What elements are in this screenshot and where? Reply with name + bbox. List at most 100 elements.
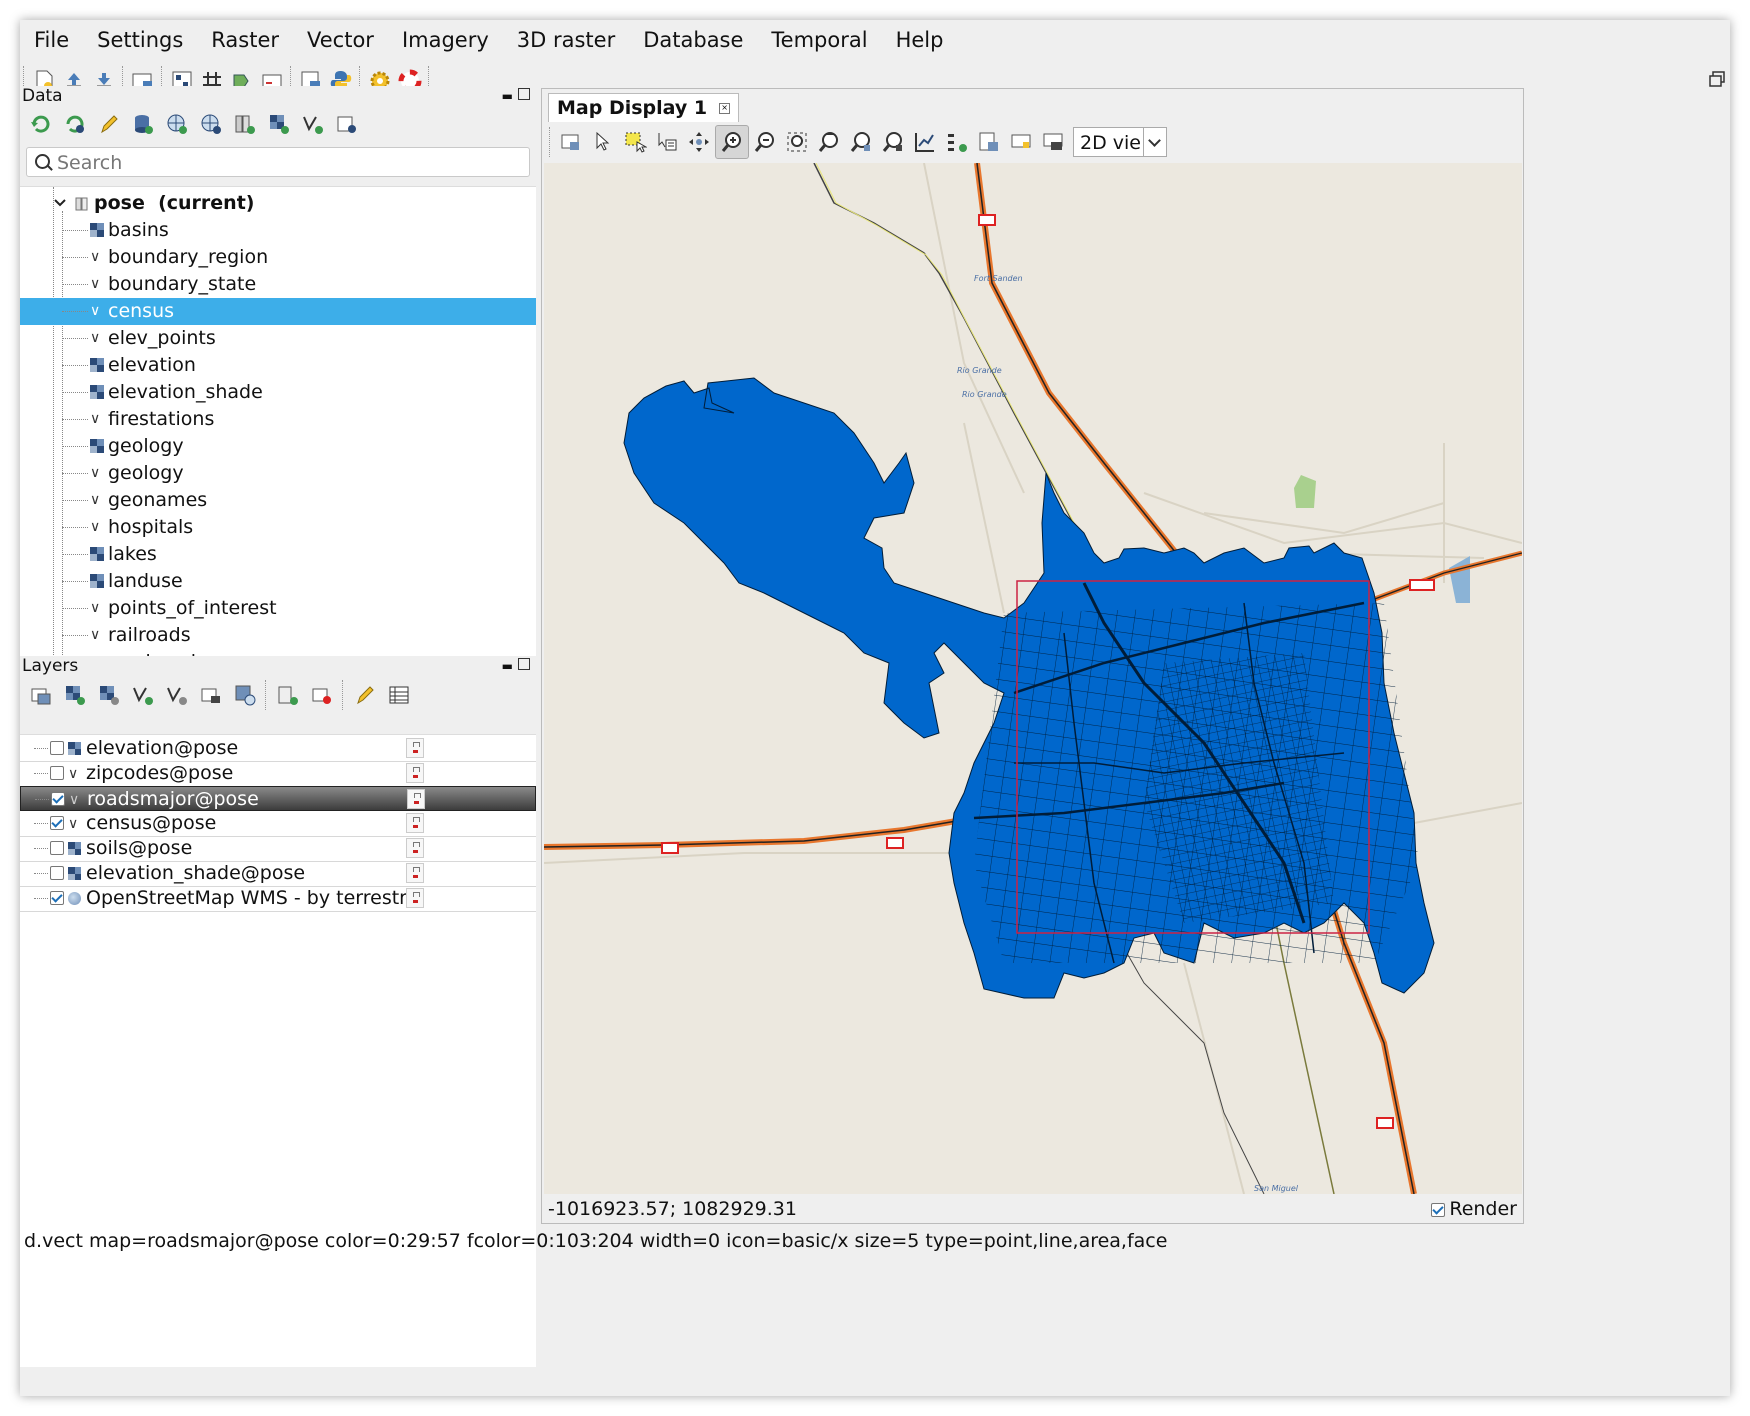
tree-item-elevation[interactable]: elevation [20,352,536,379]
zoom-back-icon[interactable] [813,126,845,158]
map-canvas[interactable]: Rio Grande Rio Grande Fort Sanden San Mi… [544,163,1522,1194]
create-database-icon[interactable] [126,107,160,141]
layer-properties-icon[interactable] [406,863,424,883]
layer-properties-icon[interactable] [406,888,424,908]
tree-item-railroads[interactable]: ∨ railroads [20,622,536,649]
create-location-icon[interactable] [160,107,194,141]
save-display-icon[interactable] [973,126,1005,158]
zoom-in-icon[interactable] [715,125,749,159]
layer-row[interactable]: ∨ census@pose [20,811,536,837]
add-group-icon[interactable] [271,678,305,712]
tree-item-geology[interactable]: geology [20,433,536,460]
layer-row[interactable]: soils@pose [20,836,536,862]
layer-row[interactable]: ∨ zipcodes@pose [20,761,536,787]
tab-map-display-1[interactable]: Map Display 1 × [548,93,740,122]
import-raster-icon[interactable] [262,107,296,141]
minimize-icon[interactable]: ▬ [502,659,515,673]
search-input[interactable] [55,149,519,177]
menu-raster[interactable]: Raster [197,20,293,60]
layer-properties-icon[interactable] [406,813,424,833]
tree-item-points-of-interest[interactable]: ∨ points_of_interest [20,595,536,622]
edit-vector-pencil-icon[interactable] [348,678,382,712]
print-display-icon[interactable] [1005,126,1037,158]
tree-item-geonames[interactable]: ∨ geonames [20,487,536,514]
tree-item-elev-points[interactable]: ∨ elev_points [20,325,536,352]
layer-properties-icon[interactable] [407,789,425,809]
view-mode-select[interactable]: 2D vie [1073,127,1167,157]
tree-item-basins[interactable]: basins [20,217,536,244]
create-mapset-icon[interactable] [228,107,262,141]
add-vector-misc-icon[interactable] [160,678,194,712]
add-raster-icon[interactable] [58,678,92,712]
pointer-icon[interactable] [587,126,619,158]
menu-file[interactable]: File [20,20,83,60]
tree-item-lakes[interactable]: lakes [20,541,536,568]
render-map-icon[interactable] [555,126,587,158]
pan-icon[interactable] [683,126,715,158]
layer-visibility-checkbox[interactable] [50,741,64,755]
add-vector-icon[interactable] [126,678,160,712]
layer-row[interactable]: OpenStreetMap WMS - by terrestris [20,886,536,912]
tree-item-geology[interactable]: ∨ geology [20,460,536,487]
edit-pencil-icon[interactable] [92,107,126,141]
zoom-previous-icon[interactable] [845,126,877,158]
reload-mapset-icon[interactable] [58,107,92,141]
add-multiple-layers-icon[interactable] [24,678,58,712]
minimize-icon[interactable]: ▬ [502,89,515,103]
map-decorations-icon[interactable] [941,126,973,158]
layer-visibility-checkbox[interactable] [50,816,64,830]
zoom-extent-icon[interactable] [781,126,813,158]
tree-item-hospitals[interactable]: ∨ hospitals [20,514,536,541]
reload-tree-icon[interactable] [24,107,58,141]
tree-item-census[interactable]: ∨ census [20,298,536,325]
mapset-node[interactable]: pose (current) [20,190,536,217]
add-raster-misc-icon[interactable] [92,678,126,712]
display-settings-icon[interactable] [1037,126,1069,158]
layer-visibility-checkbox[interactable] [50,766,64,780]
layer-visibility-checkbox[interactable] [50,891,64,905]
layer-properties-icon[interactable] [406,738,424,758]
close-tab-icon[interactable]: × [719,103,731,114]
tree-item-firestations[interactable]: ∨ firestations [20,406,536,433]
tree-item-landuse[interactable]: landuse [20,568,536,595]
layer-visibility-checkbox[interactable] [50,866,64,880]
tree-item-boundary-state[interactable]: ∨ boundary_state [20,271,536,298]
map-graphic[interactable]: Rio Grande Rio Grande Fort Sanden San Mi… [544,163,1522,1194]
float-icon[interactable] [518,658,530,670]
menu-vector[interactable]: Vector [293,20,388,60]
import-vector-icon[interactable] [296,107,330,141]
menu-settings[interactable]: Settings [83,20,197,60]
analyze-map-icon[interactable] [909,126,941,158]
menu-imagery[interactable]: Imagery [388,20,503,60]
select-features-icon[interactable] [619,126,651,158]
add-overlay-icon[interactable] [194,678,228,712]
render-checkbox[interactable] [1431,1203,1446,1217]
window-restore-icon[interactable] [1708,70,1726,88]
layer-row[interactable]: elevation_shade@pose [20,861,536,887]
download-location-icon[interactable] [194,107,228,141]
layer-properties-icon[interactable] [406,838,424,858]
menu-temporal[interactable]: Temporal [757,20,881,60]
chevron-down-icon[interactable] [1143,128,1166,156]
layer-visibility-checkbox[interactable] [50,841,64,855]
layer-visibility-checkbox[interactable] [51,792,65,806]
layer-manager-icon[interactable] [330,107,364,141]
render-toggle[interactable]: Render [1431,1197,1517,1221]
query-icon[interactable] [651,126,683,158]
layer-properties-icon[interactable] [406,763,424,783]
tree-item-elevation-shade[interactable]: elevation_shade [20,379,536,406]
remove-layer-icon[interactable] [305,678,339,712]
menu-help[interactable]: Help [882,20,958,60]
menu-3d-raster[interactable]: 3D raster [503,20,629,60]
menu-database[interactable]: Database [629,20,757,60]
chevron-down-icon[interactable] [54,198,66,208]
zoom-options-icon[interactable] [877,126,909,158]
float-icon[interactable] [518,88,530,100]
attribute-table-icon[interactable] [382,678,416,712]
layer-row[interactable]: ∨ roadsmajor@pose [20,786,536,811]
add-web-service-icon[interactable] [228,678,262,712]
zoom-out-icon[interactable] [749,126,781,158]
search-field[interactable] [26,147,530,177]
tree-item-boundary-region[interactable]: ∨ boundary_region [20,244,536,271]
layer-row[interactable]: elevation@pose [20,736,536,762]
